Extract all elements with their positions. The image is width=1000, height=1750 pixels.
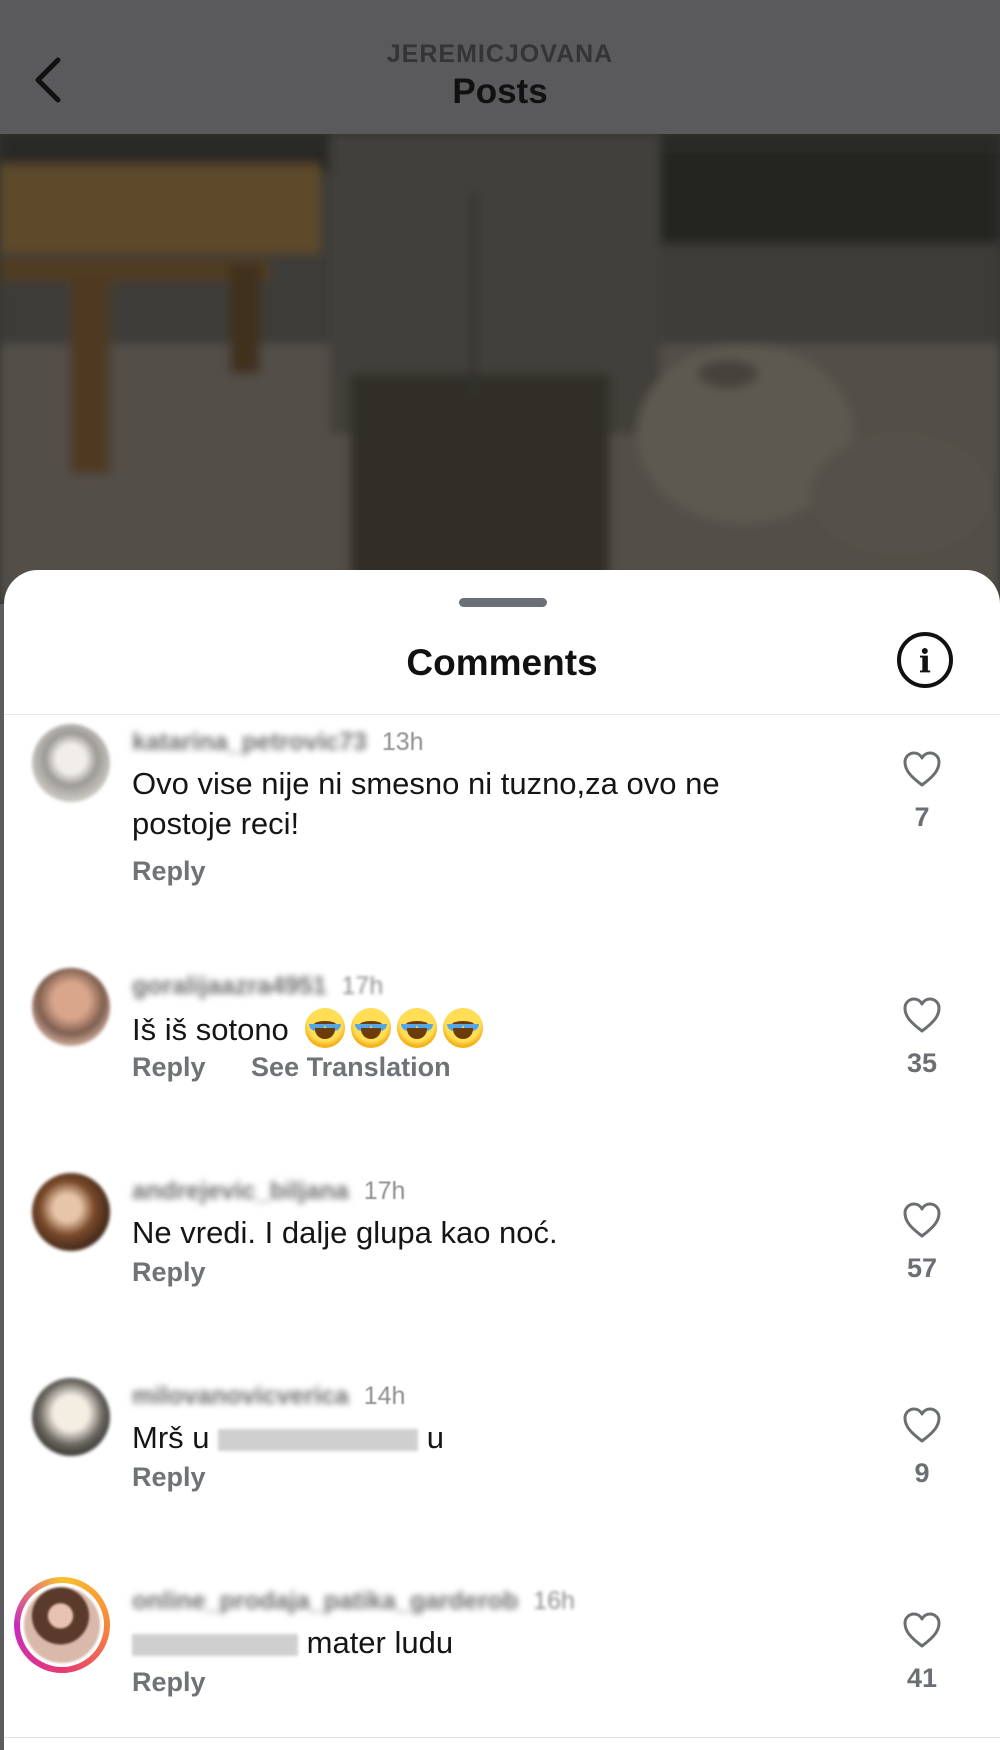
comment-header: andrejevic_biljana 17h — [132, 1177, 405, 1206]
comment-time: 13h — [381, 728, 424, 756]
comment-actions: Reply — [132, 856, 244, 887]
comment-time: 14h — [363, 1382, 406, 1410]
comment-text-start: Mrš u — [132, 1420, 210, 1455]
heart-icon[interactable] — [902, 1611, 942, 1649]
comment-time: 17h — [341, 972, 384, 1000]
avatar[interactable] — [32, 724, 110, 802]
like-count: 35 — [906, 1048, 938, 1078]
like-control: 35 — [892, 996, 952, 1079]
comment-header: goralijaazra4951 17h — [132, 972, 383, 1001]
laughing-emoji-icon — [443, 1008, 484, 1048]
divider — [4, 1737, 1000, 1738]
sheet-grabber-handle[interactable] — [459, 598, 547, 607]
laughing-emoji-icon — [351, 1008, 392, 1048]
avatar[interactable] — [32, 1378, 110, 1456]
avatar-image — [24, 1587, 100, 1663]
comment-actions: Reply — [132, 1462, 244, 1493]
dim-overlay — [0, 134, 1000, 604]
comment-username[interactable]: goralijaazra4951 — [132, 972, 327, 1001]
profile-username: JEREMICJOVANA — [386, 40, 614, 68]
emoji-group — [305, 1008, 489, 1048]
info-button[interactable]: i — [897, 632, 953, 688]
comment-text: Mrš u u — [132, 1418, 822, 1458]
comment-time: 17h — [363, 1177, 406, 1205]
like-count: 57 — [906, 1253, 938, 1283]
avatar[interactable] — [32, 968, 110, 1046]
comment-username[interactable]: katarina_petrovic73 — [132, 728, 367, 757]
page-title: Posts — [452, 72, 548, 111]
like-count: 9 — [914, 1458, 930, 1488]
comment-time: 16h — [533, 1587, 575, 1615]
comments-title: Comments — [406, 642, 598, 683]
reply-button[interactable]: Reply — [132, 1462, 206, 1492]
comment-header: online_prodaja_patika_garderob 16h — [132, 1587, 575, 1616]
avatar-with-story-ring[interactable] — [14, 1577, 110, 1673]
heart-icon[interactable] — [902, 1201, 942, 1239]
reply-button[interactable]: Reply — [132, 856, 206, 886]
laughing-emoji-icon — [305, 1008, 346, 1048]
like-control: 9 — [892, 1406, 952, 1489]
heart-icon[interactable] — [902, 996, 942, 1034]
comment-text: Ne vredi. I dalje glupa kao noć. — [132, 1215, 558, 1250]
comments-sheet: Comments i katarina_petrovic73 13h Ovo v… — [4, 570, 1000, 1750]
like-control: 7 — [892, 750, 952, 833]
reply-button[interactable]: Reply — [132, 1052, 206, 1082]
comment-text-end: u — [426, 1420, 444, 1455]
heart-icon[interactable] — [902, 750, 942, 788]
like-count: 41 — [906, 1663, 938, 1693]
divider — [4, 714, 1000, 715]
post-image — [0, 134, 1000, 604]
comment-text: Ovo vise nije ni smesno ni tuzno,za ovo … — [132, 766, 720, 841]
reply-button[interactable]: Reply — [132, 1667, 206, 1697]
redacted-text — [218, 1428, 419, 1451]
top-nav-bar: JEREMICJOVANA Posts — [0, 0, 1000, 134]
comment-actions: Reply See Translation — [132, 1052, 489, 1083]
comment-text: Iš iš sotono — [132, 1008, 822, 1050]
comment-text-content: Iš iš sotono — [132, 1012, 289, 1047]
info-icon: i — [918, 642, 932, 680]
heart-icon[interactable] — [902, 1406, 942, 1444]
comment-text: mater ludu — [132, 1623, 822, 1663]
laughing-emoji-icon — [397, 1008, 438, 1048]
reply-button[interactable]: Reply — [132, 1257, 206, 1287]
comment-header: milovanovicverica 14h — [132, 1382, 405, 1411]
comment-username[interactable]: andrejevic_biljana — [132, 1177, 349, 1206]
comment-header: katarina_petrovic73 13h — [132, 728, 424, 757]
like-control: 57 — [892, 1201, 952, 1284]
comment-username[interactable]: milovanovicverica — [132, 1382, 349, 1411]
comment-actions: Reply — [132, 1257, 244, 1288]
comment-username[interactable]: online_prodaja_patika_garderob — [132, 1587, 518, 1616]
see-translation-button[interactable]: See Translation — [251, 1052, 451, 1082]
comment-actions: Reply — [132, 1667, 244, 1698]
comment-text-end: mater ludu — [306, 1625, 454, 1660]
avatar[interactable] — [32, 1173, 110, 1251]
redacted-text — [132, 1633, 298, 1656]
like-count: 7 — [914, 802, 930, 832]
like-control: 41 — [892, 1611, 952, 1694]
